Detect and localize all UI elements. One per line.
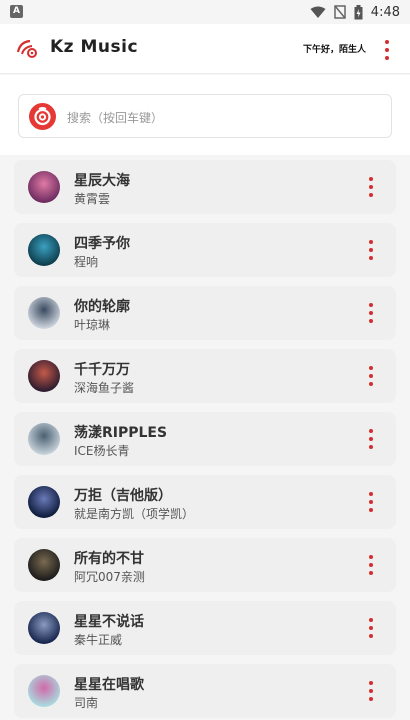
album-cover-image	[28, 423, 60, 455]
song-row[interactable]: 千千万万 深海鱼子酱	[14, 349, 396, 403]
signal-off-icon	[334, 5, 346, 19]
app-bar: Kz Music 下午好，陌生人	[0, 24, 410, 74]
album-cover-image	[28, 171, 60, 203]
song-artist: 司南	[74, 696, 99, 710]
song-row[interactable]: 四季予你 程响	[14, 223, 396, 277]
album-cover-image	[28, 234, 60, 266]
song-title: 你的轮廓	[74, 299, 130, 315]
search-placeholder: 搜索（按回车键）	[67, 111, 164, 125]
song-title: 所有的不甘	[74, 551, 144, 567]
song-row[interactable]: 荡漾RIPPLES ICE杨长青	[14, 412, 396, 466]
song-artist: 黄霄雲	[74, 192, 111, 206]
app-title: Kz Music	[50, 37, 139, 57]
notification-app-icon: A	[10, 5, 23, 18]
song-artist: 程响	[74, 255, 99, 269]
song-title: 万拒（吉他版）	[74, 488, 172, 504]
more-vert-icon[interactable]	[366, 492, 376, 512]
album-cover-image	[28, 360, 60, 392]
song-artist: 叶琼琳	[74, 318, 111, 332]
song-title: 星星不说话	[74, 614, 144, 630]
song-row[interactable]: 星星在唱歌 司南	[14, 664, 396, 718]
more-vert-icon[interactable]	[366, 555, 376, 575]
song-artist: ICE杨长青	[74, 444, 130, 458]
song-row[interactable]: 所有的不甘阿冗007亲测	[14, 538, 396, 592]
album-cover-image	[28, 612, 60, 644]
clock: 4:48	[370, 4, 400, 20]
album-cover-image	[28, 549, 60, 581]
song-row[interactable]: 星星不说话 秦牛正威	[14, 601, 396, 655]
wifi-icon	[310, 6, 326, 19]
song-artist: 秦牛正威	[74, 633, 123, 647]
song-artist: 深海鱼子酱	[74, 381, 135, 395]
song-title: 荡漾RIPPLES	[74, 425, 168, 441]
music-logo-icon	[14, 36, 40, 62]
song-row[interactable]: 你的轮廓 叶琼琳	[14, 286, 396, 340]
battery-icon	[354, 4, 363, 20]
more-vert-icon[interactable]	[366, 240, 376, 260]
search-input[interactable]: 搜索（按回车键）	[18, 94, 392, 138]
song-title: 四季予你	[74, 236, 130, 252]
more-vert-icon[interactable]	[366, 681, 376, 701]
more-vert-icon[interactable]	[366, 366, 376, 386]
album-cover-image	[28, 675, 60, 707]
more-vert-icon[interactable]	[366, 618, 376, 638]
status-bar: A 4:48	[0, 0, 410, 24]
netease-logo-icon	[29, 103, 56, 130]
more-vert-icon[interactable]	[378, 38, 396, 62]
song-title: 星辰大海	[74, 173, 130, 189]
more-vert-icon[interactable]	[366, 177, 376, 197]
search-section: 搜索（按回车键）	[0, 75, 410, 155]
more-vert-icon[interactable]	[366, 303, 376, 323]
greeting-text: 下午好，陌生人	[302, 45, 366, 55]
song-artist: 阿冗007亲测	[74, 570, 145, 584]
more-vert-icon[interactable]	[366, 429, 376, 449]
song-list: 星辰大海黄霄雲四季予你程响你的轮廓叶琼琳千千万万深海鱼子酱荡漾RIPPLES IC…	[14, 160, 396, 720]
album-cover-image	[28, 297, 60, 329]
song-row[interactable]: 星辰大海 黄霄雲	[14, 160, 396, 214]
album-cover-image	[28, 486, 60, 518]
song-title: 星星在唱歌	[74, 677, 144, 693]
song-row[interactable]: 万拒（吉他版） 就是南方凯（项学凯）	[14, 475, 396, 529]
song-artist: 就是南方凯（项学凯）	[74, 507, 195, 521]
song-title: 千千万万	[74, 362, 130, 378]
